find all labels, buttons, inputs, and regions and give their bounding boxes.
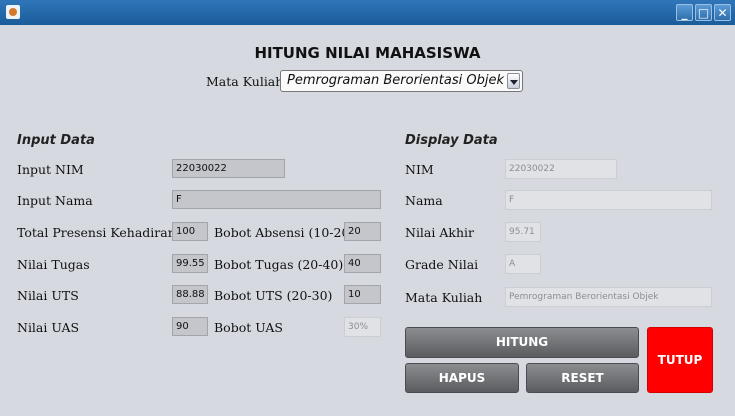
nama-input[interactable]: F [172, 190, 381, 209]
tutup-button[interactable]: TUTUP [647, 327, 713, 393]
bobot-uas-field: 30% [344, 317, 381, 337]
bobot-tugas-input[interactable]: 40 [344, 254, 381, 273]
tugas-label: Nilai Tugas [17, 257, 90, 272]
bobot-uts-label: Bobot UTS (20-30) [214, 288, 333, 303]
minimize-icon[interactable]: _ [676, 4, 693, 21]
title-bar[interactable]: _ □ ✕ [0, 0, 735, 25]
page-title: HITUNG NILAI MAHASISWA [254, 44, 481, 62]
nama-label: Input Nama [17, 193, 93, 208]
close-icon[interactable]: ✕ [714, 4, 731, 21]
grade-label: Grade Nilai [405, 257, 479, 272]
chevron-down-icon[interactable] [507, 73, 520, 89]
tugas-input[interactable]: 99.55 [172, 254, 208, 273]
presensi-label: Total Presensi Kehadiran [17, 225, 176, 240]
bobot-absensi-input[interactable]: 20 [344, 222, 381, 241]
input-section-title: Input Data [17, 133, 95, 148]
nilai-akhir-field: 95.71 [505, 222, 541, 242]
reset-button[interactable]: RESET [526, 363, 639, 393]
nilai-akhir-label: Nilai Akhir [405, 225, 474, 240]
uts-input[interactable]: 88.88 [172, 285, 208, 304]
display-nama-label: Nama [405, 193, 443, 208]
uas-input[interactable]: 90 [172, 317, 208, 336]
nim-input[interactable]: 22030022 [172, 159, 285, 178]
app-window: _ □ ✕ HITUNG NILAI MAHASISWA Mata Kuliah… [0, 0, 735, 416]
course-select-value: Pemrograman Berorientasi Objek [287, 73, 504, 88]
display-section-title: Display Data [405, 133, 498, 148]
presensi-input[interactable]: 100 [172, 222, 208, 241]
hitung-button[interactable]: HITUNG [405, 327, 639, 358]
display-nama-field: F [505, 190, 712, 210]
java-app-icon [6, 5, 20, 19]
course-select[interactable]: Pemrograman Berorientasi Objek [280, 70, 523, 92]
display-mata-kuliah-field: Pemrograman Berorientasi Objek [505, 287, 712, 307]
course-select-label: Mata Kuliah [206, 74, 284, 89]
display-mata-kuliah-label: Mata Kuliah [405, 290, 483, 305]
bobot-absensi-label: Bobot Absensi (10-20) [214, 225, 355, 240]
bobot-uas-label: Bobot UAS [214, 320, 283, 335]
maximize-icon[interactable]: □ [695, 4, 712, 21]
hapus-button[interactable]: HAPUS [405, 363, 519, 393]
nim-label: Input NIM [17, 162, 84, 177]
display-nim-field: 22030022 [505, 159, 617, 179]
display-nim-label: NIM [405, 162, 434, 177]
grade-field: A [505, 254, 541, 274]
bobot-uts-input[interactable]: 10 [344, 285, 381, 304]
uts-label: Nilai UTS [17, 288, 79, 303]
bobot-tugas-label: Bobot Tugas (20-40) [214, 257, 344, 272]
uas-label: Nilai UAS [17, 320, 80, 335]
